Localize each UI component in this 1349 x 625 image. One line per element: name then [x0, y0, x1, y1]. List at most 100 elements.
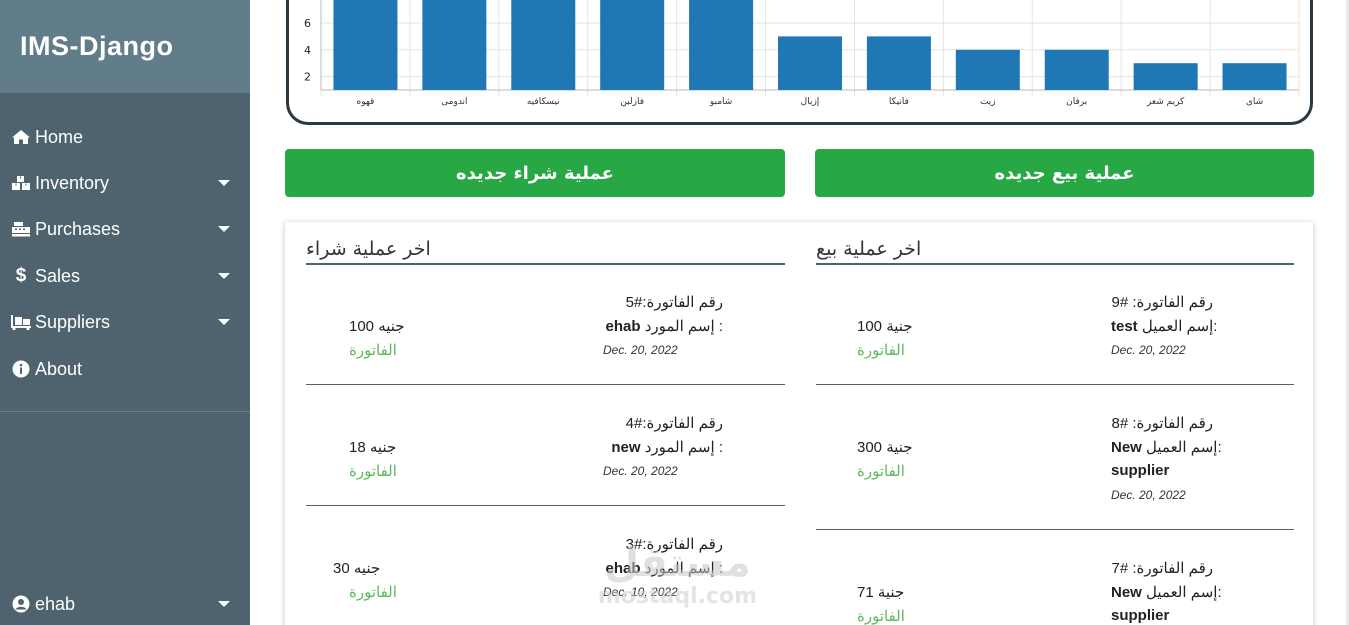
customer-label: إسم العميل:	[1146, 439, 1222, 456]
invoice-date: Dec. 20, 2022	[603, 464, 678, 478]
customer-line-2: supplier	[1111, 462, 1169, 479]
supplier-label: إسم المورد :	[644, 318, 723, 335]
sidebar-item-label: Suppliers	[35, 311, 111, 332]
x-tick-label: اندومى	[441, 97, 467, 107]
purchases-title-rule	[306, 263, 785, 265]
sidebar-item-label: Home	[35, 126, 84, 147]
chevron-down-icon[interactable]	[218, 601, 230, 607]
customer-name-2: supplier	[1111, 462, 1170, 479]
invoice-amount: 30 جنيه	[333, 560, 381, 577]
supplier-line: new إسم المورد :	[611, 438, 723, 456]
invoice-amount: 100 جنية	[857, 318, 913, 335]
supplier-name: new	[611, 439, 641, 456]
bar	[778, 36, 842, 90]
invoice-amount: 100 جنيه	[349, 318, 405, 335]
new-purchase-button[interactable]: عملية شراء جديده	[285, 149, 785, 197]
bar	[600, 0, 665, 90]
y-tick-label: 6	[304, 17, 311, 30]
invoice-link[interactable]: الفاتورة	[857, 607, 905, 625]
dollar-icon: $	[15, 265, 27, 286]
customer-name: New	[1111, 439, 1142, 456]
supplier-line: ehab إسم المورد :	[606, 559, 724, 577]
chevron-down-icon[interactable]	[218, 226, 230, 232]
row-divider	[816, 529, 1294, 530]
invoice-amount: 71 جنية	[857, 584, 905, 601]
invoice-amount: 300 جنية	[857, 439, 913, 456]
x-tick-label: فازلين	[620, 97, 644, 107]
invoice-link[interactable]: الفاتورة	[857, 341, 905, 359]
y-tick-label: 8	[304, 0, 311, 3]
invoice-link[interactable]: الفاتورة	[349, 462, 397, 480]
y-tick-label: 2	[304, 71, 311, 84]
supplier-label: إسم المورد :	[644, 439, 723, 456]
x-tick-label: فانيكا	[889, 97, 909, 107]
bar	[1044, 49, 1109, 90]
invoice-amount: 18 جنيه	[349, 439, 397, 456]
x-tick-label: شامبو	[709, 97, 732, 107]
x-tick-label: قهوه	[357, 97, 375, 107]
sidebar-item-about[interactable]: About	[0, 349, 250, 389]
supplier-name: ehab	[605, 318, 641, 335]
dolly-icon	[10, 313, 32, 331]
invoice-number: رقم الفاتورة: #9	[1111, 294, 1213, 311]
customer-name: test	[1111, 318, 1138, 335]
sidebar-item-sales[interactable]: $ Sales	[0, 256, 250, 296]
user-circle-icon	[10, 595, 32, 613]
new-sale-button[interactable]: عملية بيع جديده	[815, 149, 1314, 197]
sidebar-divider	[0, 411, 250, 412]
customer-name-2: supplier	[1111, 607, 1170, 624]
customer-line: New إسم العميل:	[1111, 438, 1222, 456]
brand[interactable]: IMS-Django	[0, 0, 250, 93]
bar	[422, 0, 487, 90]
invoice-link[interactable]: الفاتورة	[349, 341, 397, 359]
bar-chart: 8 6 4 2 قهوه اندومى نيسكافيه فازلين شامبو إزيال فا…	[304, 0, 1300, 107]
boxes-icon	[10, 174, 32, 192]
x-tick-label: زيت	[980, 97, 996, 107]
x-tick-label: كريم شعر	[1146, 97, 1185, 107]
customer-name: New	[1111, 584, 1142, 601]
row-divider	[816, 384, 1294, 385]
user-name: ehab	[35, 593, 76, 614]
sidebar-item-suppliers[interactable]: Suppliers	[0, 302, 250, 342]
sidebar-item-inventory[interactable]: Inventory	[0, 163, 250, 203]
chart-card: 8 6 4 2 قهوه اندومى نيسكافيه فازلين شامبو إزيال فا…	[286, 0, 1313, 125]
sidebar-item-label: Sales	[35, 265, 81, 286]
sidebar-item-label: Purchases	[35, 218, 121, 239]
chevron-down-icon[interactable]	[218, 180, 230, 186]
invoice-number: رقم الفاتورة: #8	[1111, 415, 1213, 432]
sales-title-rule	[816, 263, 1294, 265]
invoice-number: رقم الفاتورة:#4	[625, 415, 723, 432]
customer-line-2: supplier	[1111, 607, 1169, 624]
x-tick-label: إزيال	[801, 97, 820, 107]
chevron-down-icon[interactable]	[218, 319, 230, 325]
supplier-label: إسم المورد :	[644, 560, 723, 577]
invoice-date: Dec. 20, 2022	[1111, 343, 1186, 357]
invoice-number: رقم الفاتورة:#5	[625, 294, 723, 311]
x-tick-label: نيسكافيه	[527, 97, 560, 107]
supplier-line: ehab إسم المورد :	[606, 317, 724, 335]
invoice-number: رقم الفاتورة: #7	[1111, 560, 1213, 577]
sidebar-item-purchases[interactable]: Purchases	[0, 209, 250, 249]
y-tick-label: 4	[304, 44, 311, 57]
invoice-date: Dec. 20, 2022	[1111, 488, 1186, 502]
recent-transactions-card: اخر عملية شراء رقم الفاتورة:#5 ehab إسم …	[285, 222, 1313, 625]
chevron-down-icon[interactable]	[218, 273, 230, 279]
bar	[333, 0, 398, 90]
sidebar-item-home[interactable]: Home	[0, 117, 250, 157]
customer-line: test إسم العميل:	[1111, 317, 1217, 335]
invoice-link[interactable]: الفاتورة	[349, 583, 397, 601]
invoice-link[interactable]: الفاتورة	[857, 462, 905, 480]
sidebar: IMS-Django Home Inventory Purchases $ Sa…	[0, 0, 250, 625]
bar	[955, 49, 1020, 90]
row-divider	[306, 505, 785, 506]
bar	[689, 0, 754, 91]
bar	[511, 0, 576, 90]
bar	[866, 36, 931, 90]
invoice-number: رقم الفاتورة:#3	[625, 536, 723, 553]
supplier-name: ehab	[605, 560, 641, 577]
x-tick-label: شاى	[1246, 97, 1263, 107]
sidebar-item-label: About	[35, 358, 83, 379]
bar	[1133, 63, 1198, 90]
sidebar-user-menu[interactable]: ehab	[0, 584, 250, 624]
row-divider	[306, 384, 785, 385]
